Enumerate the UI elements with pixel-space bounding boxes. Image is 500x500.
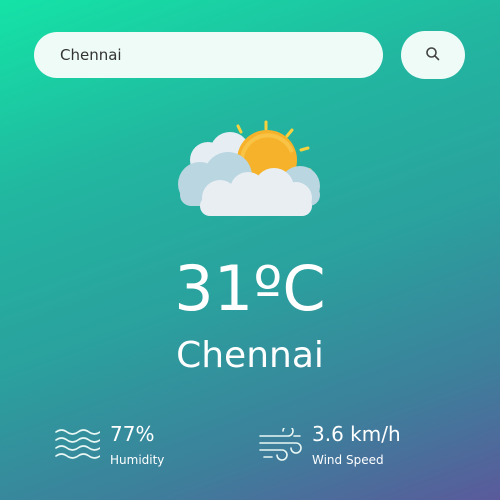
wind-speed-value: 3.6 km/h [312,422,401,446]
partly-cloudy-icon [170,118,330,222]
humidity-value: 77% [110,422,155,446]
wind-stat: 3.6 km/h Wind Speed [258,420,458,472]
humidity-stat: 77% Humidity [54,420,214,472]
wind-speed-label: Wind Speed [312,453,384,467]
temperature: 31ºC [174,252,326,325]
weather-card: 31ºC Chennai 77% Humidity [0,0,500,500]
wind-icon [258,425,304,466]
humidity-waves-icon [54,428,101,466]
humidity-label: Humidity [110,453,165,467]
search-button[interactable] [401,31,465,79]
search-icon [425,46,441,65]
search-input[interactable] [34,32,383,78]
city-name: Chennai [176,335,324,376]
